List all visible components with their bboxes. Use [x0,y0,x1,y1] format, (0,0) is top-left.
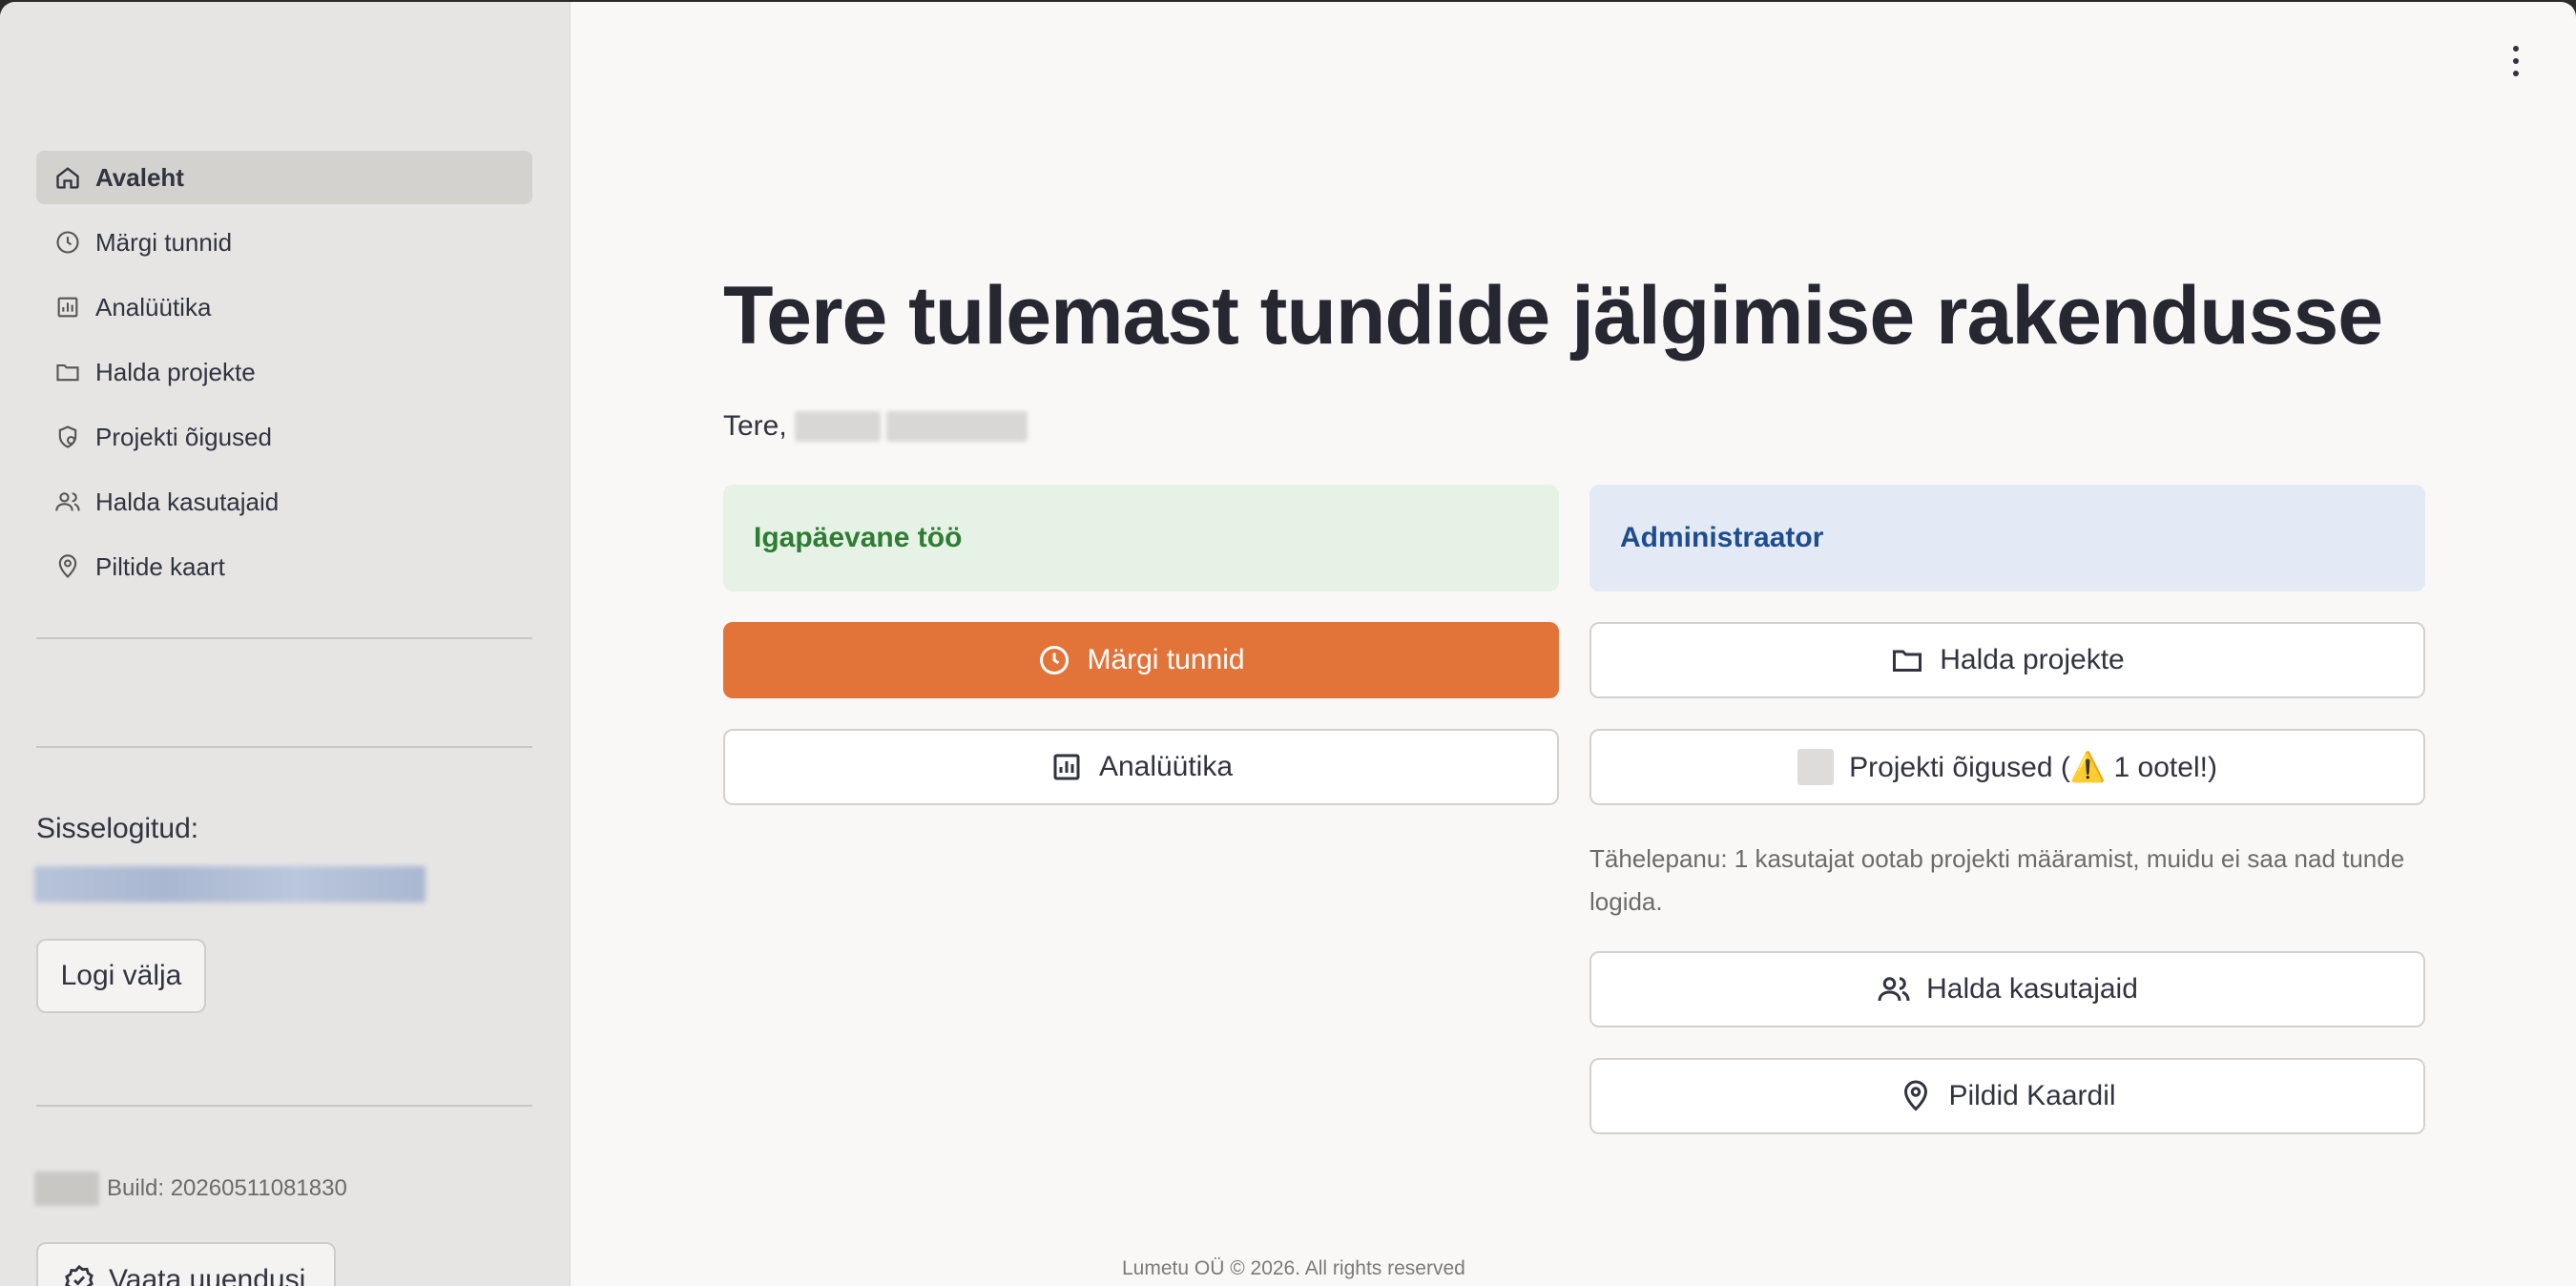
sidebar-divider [36,1105,532,1107]
page-title: Tere tulemast tundide jälgimise rakendus… [723,270,2383,362]
project-permissions-button[interactable]: Projekti õigused (⚠️ 1 ootel!) [1589,729,2425,805]
sidebar-item-label: Projekti õigused [95,422,272,451]
user-name-redacted [794,411,881,442]
view-updates-button[interactable]: Vaata uuendusi [36,1242,336,1286]
sidebar-item-avaleht[interactable]: Avaleht [36,151,532,204]
clock-icon [1040,646,1070,674]
manage-users-label: Halda kasutajaid [1926,973,2138,1005]
map-pin-icon [1904,1080,1928,1111]
clock-icon [53,228,82,257]
footer-copyright: Lumetu OÜ © 2026. All rights reserved [1122,1257,1465,1279]
user-email-redacted [34,866,426,902]
build-text: Build: 20260511081830 [107,1175,347,1201]
sidebar-item-halda-projekte[interactable]: Halda projekte [36,345,532,399]
analytics-button[interactable]: Analüütika [723,729,1559,805]
manage-users-button[interactable]: Halda kasutajaid [1589,951,2425,1027]
sidebar-item-label: Märgi tunnid [95,227,233,257]
bar-chart-icon [1053,754,1080,780]
sidebar-nav: Avaleht Märgi tunnid Analüütika Halda pr… [36,151,532,605]
pending-notice: Tähelepanu: 1 kasutajat ootab projekti m… [1589,844,2405,916]
sidebar-item-label: Avaleht [95,162,184,192]
sidebar: Avaleht Märgi tunnid Analüütika Halda pr… [0,2,571,1286]
admin-panel: Administraator [1589,485,2425,591]
mark-hours-button[interactable]: Märgi tunnid [723,622,1559,698]
users-icon [53,487,82,516]
manage-projects-button[interactable]: Halda projekte [1589,622,2425,698]
badge-check-icon [65,1264,93,1286]
folder-icon [53,358,82,386]
analytics-label: Analüütika [1098,751,1234,782]
logout-button[interactable]: Logi välja [36,939,206,1013]
user-name-redacted [885,411,1028,442]
sidebar-item-analuutika[interactable]: Analüütika [36,280,532,334]
map-photos-label: Pildid Kaardil [1948,1080,2116,1111]
sidebar-item-label: Halda projekte [95,357,256,386]
sidebar-item-projekti-oigused[interactable]: Projekti õigused [36,410,532,464]
daily-work-panel: Igapäevane töö [723,485,1559,591]
shield-lock-icon [53,423,82,451]
sidebar-item-piltide-kaart[interactable]: Piltide kaart [36,540,532,593]
sidebar-item-label: Analüütika [95,292,212,322]
more-menu-icon[interactable] [2502,40,2530,82]
users-icon [1878,977,1910,1002]
sidebar-item-margi-tunnid[interactable]: Märgi tunnid [36,216,532,269]
greeting-text: Tere, [723,410,787,442]
project-permissions-label: Projekti õigused (⚠️ 1 ootel!) [1849,751,2217,783]
sidebar-item-label: Piltide kaart [95,551,225,581]
build-redacted [34,1172,99,1206]
greeting: Tere, [723,410,1028,443]
sidebar-divider [36,746,532,748]
manage-projects-label: Halda projekte [1940,644,2125,675]
bar-chart-icon [53,293,82,322]
map-photos-button[interactable]: Pildid Kaardil [1589,1058,2425,1134]
map-pin-icon [53,552,82,581]
build-info: Build: 20260511081830 [34,1172,347,1206]
signed-in-label: Sisselogitud: [36,813,199,844]
sidebar-item-halda-kasutajaid[interactable]: Halda kasutajaid [36,475,532,529]
home-icon [53,163,82,192]
sidebar-item-label: Halda kasutajaid [95,487,280,516]
icon-placeholder [1797,749,1835,785]
app-window: Avaleht Märgi tunnid Analüütika Halda pr… [0,2,2576,1286]
mark-hours-label: Märgi tunnid [1087,644,1245,675]
folder-icon [1893,650,1922,672]
view-updates-label: Vaata uuendusi [109,1264,306,1286]
sidebar-divider [36,637,532,639]
